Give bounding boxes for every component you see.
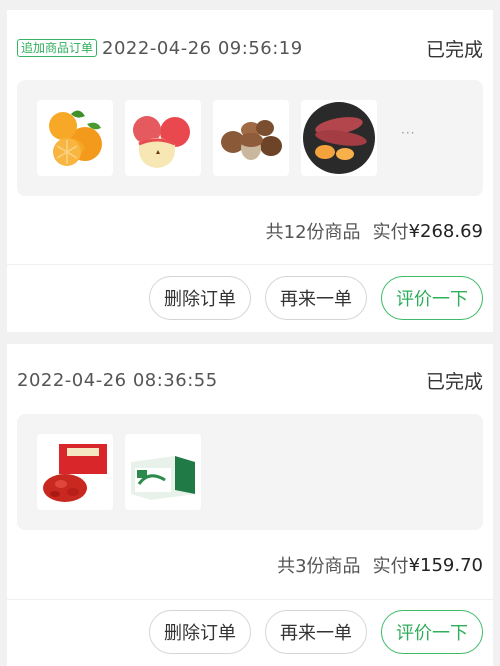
item-count: 共3份商品 bbox=[277, 556, 361, 577]
order-status: 已完成 bbox=[425, 370, 483, 393]
milk-gift-box-image bbox=[125, 434, 201, 510]
orange-fruit-image bbox=[37, 100, 113, 176]
order-actions: 删除订单 再来一单 评价一下 bbox=[149, 276, 483, 320]
order-summary: 共3份商品 实付 ¥159.70 bbox=[277, 550, 483, 580]
reorder-button[interactable]: 再来一单 bbox=[265, 276, 367, 320]
paid-amount: ¥268.69 bbox=[408, 220, 483, 242]
product-thumbnails[interactable] bbox=[17, 414, 483, 530]
reorder-button[interactable]: 再来一单 bbox=[265, 610, 367, 654]
order-status: 已完成 bbox=[425, 38, 483, 61]
review-button[interactable]: 评价一下 bbox=[381, 276, 483, 320]
order-header: 追加商品订单 2022-04-26 09:56:19 已完成 bbox=[17, 32, 483, 64]
paid-amount: ¥159.70 bbox=[408, 554, 483, 576]
order-type-tag: 追加商品订单 bbox=[17, 39, 98, 57]
paid-label: 实付 bbox=[372, 556, 409, 577]
order-card[interactable]: 追加商品订单 2022-04-26 09:56:19 已完成 ··· 共12份商… bbox=[7, 10, 493, 332]
order-header: 2022-04-26 08:36:55 已完成 bbox=[17, 364, 483, 396]
more-products-indicator: ··· bbox=[401, 126, 416, 140]
crayfish-box-image bbox=[37, 434, 113, 510]
order-list-page: 追加商品订单 2022-04-26 09:56:19 已完成 ··· 共12份商… bbox=[0, 0, 500, 666]
item-count: 共12份商品 bbox=[265, 222, 361, 243]
sweet-potato-image bbox=[301, 100, 377, 176]
apple-fruit-image bbox=[125, 100, 201, 176]
order-datetime: 2022-04-26 09:56:19 bbox=[102, 37, 303, 59]
paid-label: 实付 bbox=[372, 222, 409, 243]
divider bbox=[7, 264, 493, 265]
order-card[interactable]: 2022-04-26 08:36:55 已完成 共3份商品 实付 ¥159.70… bbox=[7, 344, 493, 666]
order-datetime: 2022-04-26 08:36:55 bbox=[17, 369, 218, 391]
delete-order-button[interactable]: 删除订单 bbox=[149, 276, 251, 320]
delete-order-button[interactable]: 删除订单 bbox=[149, 610, 251, 654]
order-actions: 删除订单 再来一单 评价一下 bbox=[149, 610, 483, 654]
divider bbox=[7, 599, 493, 600]
review-button[interactable]: 评价一下 bbox=[381, 610, 483, 654]
product-thumbnails[interactable]: ··· bbox=[17, 80, 483, 196]
mushroom-image bbox=[213, 100, 289, 176]
order-summary: 共12份商品 实付 ¥268.69 bbox=[266, 216, 483, 246]
